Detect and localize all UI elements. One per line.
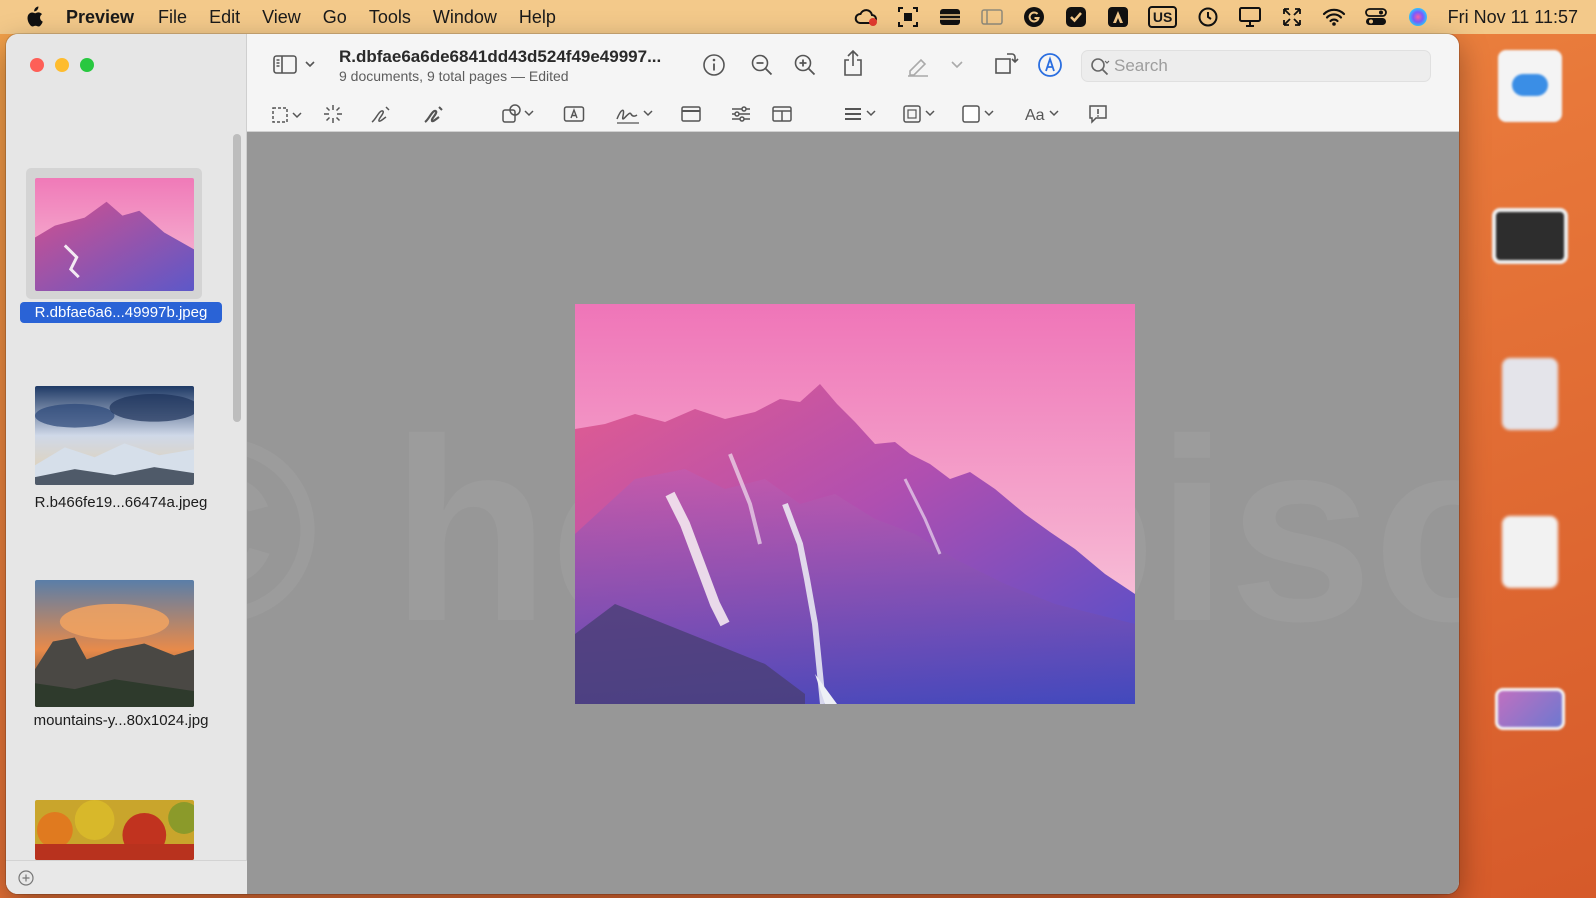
document-file-icon bbox=[1502, 358, 1558, 430]
input-source-label: US bbox=[1147, 6, 1178, 28]
text-box-icon[interactable] bbox=[561, 101, 587, 127]
menubar-clock[interactable]: Fri Nov 11 11:57 bbox=[1448, 7, 1578, 28]
draw-icon[interactable] bbox=[421, 101, 447, 127]
notes-icon[interactable] bbox=[1106, 5, 1130, 29]
search-input[interactable] bbox=[1114, 51, 1424, 81]
menu-edit[interactable]: Edit bbox=[209, 7, 240, 28]
text-style-icon[interactable]: Aa bbox=[1024, 101, 1062, 127]
line-style-icon[interactable] bbox=[843, 101, 879, 127]
display-icon[interactable] bbox=[1238, 5, 1262, 29]
cloud-folder-icon bbox=[1498, 50, 1562, 122]
control-center-icon[interactable] bbox=[1364, 5, 1388, 29]
menu-file[interactable]: File bbox=[158, 7, 187, 28]
rect-select-icon[interactable] bbox=[271, 102, 305, 128]
document-title[interactable]: R.dbfae6a6de6841dd43d524f49e49997... bbox=[339, 47, 661, 67]
image-file-icon bbox=[1495, 688, 1565, 730]
adjust-size-icon[interactable] bbox=[769, 101, 795, 127]
thumbnail-image-yosemite[interactable] bbox=[35, 580, 194, 707]
add-page-icon[interactable] bbox=[18, 870, 34, 886]
creative-cloud-icon[interactable] bbox=[854, 5, 878, 29]
zoom-button[interactable] bbox=[80, 58, 94, 72]
keyboard-input-icon[interactable]: US bbox=[1147, 5, 1178, 29]
menu-tools[interactable]: Tools bbox=[369, 7, 411, 28]
sign-icon[interactable] bbox=[615, 101, 655, 127]
apple-logo-icon[interactable] bbox=[24, 6, 44, 28]
menu-go[interactable]: Go bbox=[323, 7, 347, 28]
shapes-icon[interactable] bbox=[501, 101, 537, 127]
grammarly-icon[interactable] bbox=[1022, 5, 1046, 29]
thumbnail-label-2[interactable]: R.b466fe19...66474a.jpeg bbox=[20, 492, 222, 513]
display-mirroring-icon[interactable] bbox=[980, 5, 1004, 29]
thumbnail-image-pink-mountain[interactable] bbox=[35, 178, 194, 291]
thumbnail-sidebar: R.dbfae6a6...49997b.jpeg R.b466fe19...66… bbox=[6, 34, 247, 894]
main-image-pink-mountain[interactable] bbox=[575, 304, 1135, 704]
thumbnail-label-1[interactable]: R.dbfae6a6...49997b.jpeg bbox=[20, 302, 222, 323]
menu-app-name[interactable]: Preview bbox=[66, 7, 134, 28]
document-subtitle: 9 documents, 9 total pages — Edited bbox=[339, 68, 569, 84]
markup-icon[interactable] bbox=[1037, 52, 1063, 78]
time-machine-icon[interactable] bbox=[1196, 5, 1220, 29]
desktop-item-screenshot[interactable] bbox=[1470, 688, 1590, 730]
info-icon[interactable] bbox=[701, 52, 727, 78]
wifi-icon[interactable] bbox=[1322, 5, 1346, 29]
preview-window: R.dbfae6a6...49997b.jpeg R.b466fe19...66… bbox=[6, 34, 1459, 894]
menu-help[interactable]: Help bbox=[519, 7, 556, 28]
rotate-icon[interactable] bbox=[993, 50, 1019, 76]
video-file-icon bbox=[1492, 208, 1568, 264]
status-area: US Fri Nov 11 11:57 bbox=[854, 0, 1596, 34]
annotate-icon[interactable] bbox=[1085, 101, 1111, 127]
menu-bar: Preview File Edit View Go Tools Window H… bbox=[0, 0, 1596, 34]
thumbnail-label-3[interactable]: mountains-y...80x1024.jpg bbox=[20, 710, 222, 731]
sketch-icon[interactable] bbox=[368, 101, 394, 127]
highlight-pen-icon[interactable] bbox=[905, 52, 931, 78]
highlight-menu-chevron-icon[interactable] bbox=[949, 52, 965, 78]
search-icon bbox=[1091, 58, 1110, 76]
sidebar-toggle-icon[interactable] bbox=[273, 52, 317, 78]
siri-icon[interactable] bbox=[1406, 5, 1430, 29]
sidebar-scrollbar[interactable] bbox=[233, 134, 241, 422]
menu-window[interactable]: Window bbox=[433, 7, 497, 28]
page-icon[interactable] bbox=[678, 101, 704, 127]
window-controls bbox=[30, 58, 94, 72]
wallet-icon[interactable] bbox=[938, 5, 962, 29]
close-button[interactable] bbox=[30, 58, 44, 72]
instant-alpha-icon[interactable] bbox=[320, 101, 346, 127]
desktop-item-screen-recording[interactable] bbox=[1470, 208, 1590, 264]
screenshot-icon[interactable] bbox=[896, 5, 920, 29]
svg-text:Aa: Aa bbox=[1025, 107, 1045, 124]
task-check-icon[interactable] bbox=[1064, 5, 1088, 29]
desktop-item-creative-cloud[interactable] bbox=[1470, 50, 1590, 122]
menu-view[interactable]: View bbox=[262, 7, 301, 28]
share-icon[interactable] bbox=[840, 49, 866, 76]
sidebar-footer bbox=[6, 860, 247, 894]
document-canvas[interactable]: © howtoisolve.com bbox=[247, 132, 1459, 894]
desktop-item-document[interactable] bbox=[1470, 358, 1590, 430]
expand-arrows-icon[interactable] bbox=[1280, 5, 1304, 29]
toolbar: R.dbfae6a6de6841dd43d524f49e49997... 9 d… bbox=[247, 34, 1459, 132]
zip-file-icon bbox=[1502, 516, 1558, 588]
thumbnail-image-autumn-forest[interactable] bbox=[35, 800, 194, 860]
thumbnail-image-snowy-sunset[interactable] bbox=[35, 386, 194, 485]
search-field[interactable] bbox=[1081, 50, 1431, 82]
adjust-color-icon[interactable] bbox=[728, 101, 754, 127]
border-color-icon[interactable] bbox=[902, 101, 938, 127]
fill-color-icon[interactable] bbox=[961, 101, 997, 127]
zoom-in-icon[interactable] bbox=[792, 52, 818, 78]
desktop-item-archive[interactable] bbox=[1470, 516, 1590, 588]
minimize-button[interactable] bbox=[55, 58, 69, 72]
zoom-out-icon[interactable] bbox=[749, 52, 775, 78]
